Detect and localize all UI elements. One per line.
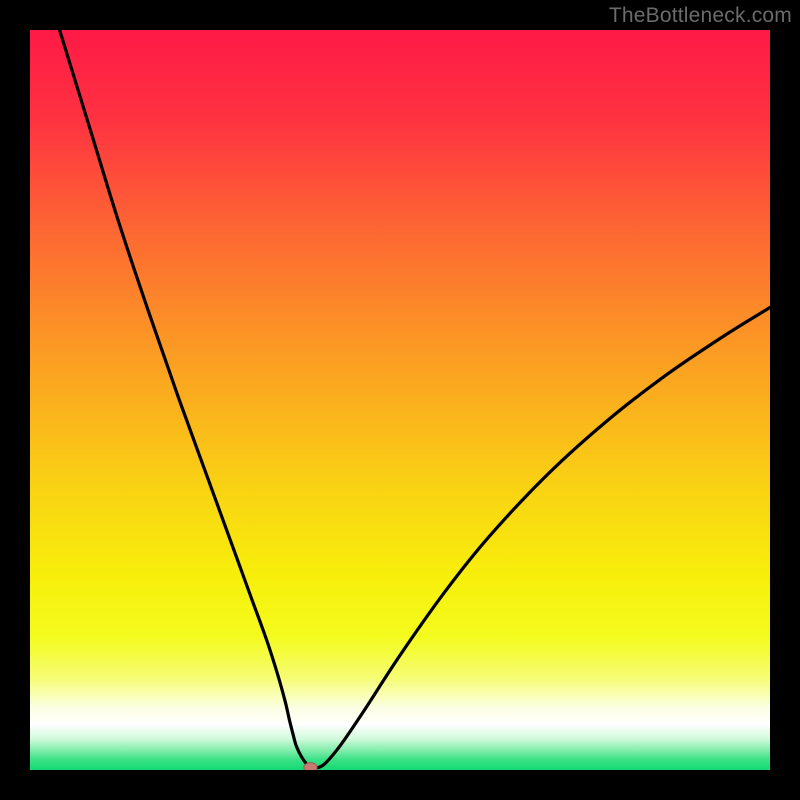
chart-svg [30,30,770,770]
watermark-text: TheBottleneck.com [609,4,792,28]
optimum-marker [304,763,317,770]
plot-area [30,30,770,770]
chart-stage: TheBottleneck.com [0,0,800,800]
gradient-background [30,30,770,770]
